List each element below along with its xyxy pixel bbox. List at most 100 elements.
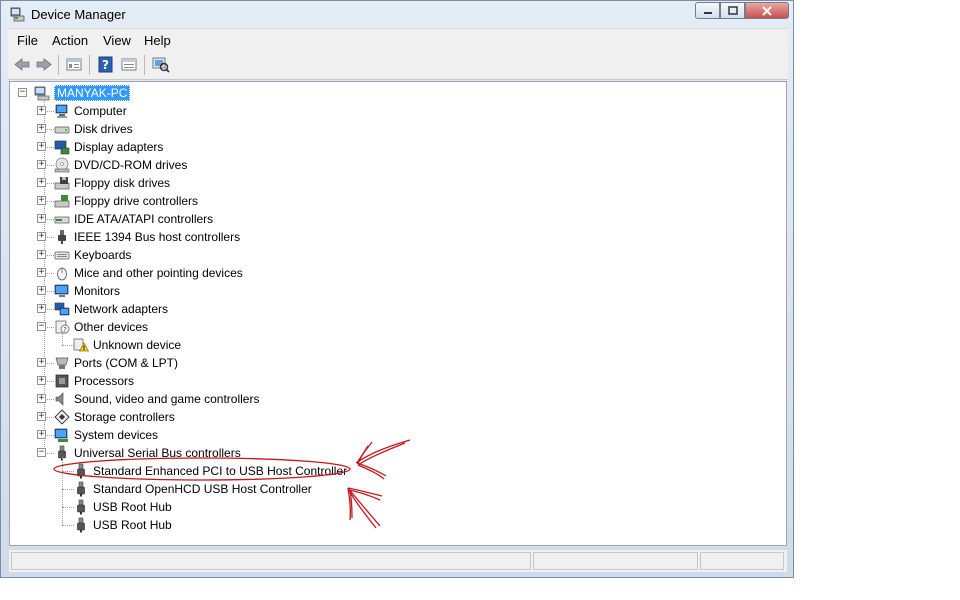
menu-bar: File Action View Help: [8, 28, 788, 51]
help-icon[interactable]: ?: [97, 56, 115, 73]
svg-text:?: ?: [63, 326, 67, 334]
category-label: DVD/CD-ROM drives: [74, 158, 188, 172]
tree-category[interactable]: Ports (COM & LPT): [54, 354, 178, 372]
expand-toggle[interactable]: +: [37, 142, 46, 151]
device-label: Standard Enhanced PCI to USB Host Contro…: [93, 464, 348, 478]
device-label: Standard OpenHCD USB Host Controller: [93, 482, 312, 496]
expand-toggle[interactable]: +: [37, 124, 46, 133]
device-manager-window: Device Manager File Action View Help ? −…: [0, 0, 794, 578]
root-label: MANYAK-PC: [54, 85, 131, 101]
category-label: Universal Serial Bus controllers: [74, 446, 241, 460]
tree-category[interactable]: Network adapters: [54, 300, 168, 318]
status-cell: [533, 552, 698, 570]
properties-icon[interactable]: [65, 56, 83, 73]
tree-connector: [62, 457, 63, 525]
minimize-button[interactable]: [695, 2, 720, 19]
category-label: Mice and other pointing devices: [74, 266, 243, 280]
tree-category[interactable]: IEEE 1394 Bus host controllers: [54, 228, 240, 246]
device-tree[interactable]: − MANYAK-PC + Computer + Disk drives + Display …: [9, 81, 787, 546]
tree-category[interactable]: Keyboards: [54, 246, 131, 264]
tree-category[interactable]: ? Other devices: [54, 318, 148, 336]
expand-toggle[interactable]: +: [37, 178, 46, 187]
expand-toggle[interactable]: +: [37, 232, 46, 241]
expand-toggle[interactable]: +: [37, 214, 46, 223]
tree-category[interactable]: Mice and other pointing devices: [54, 264, 243, 282]
menu-view[interactable]: View: [103, 33, 131, 48]
tree-device[interactable]: Standard OpenHCD USB Host Controller: [73, 480, 312, 498]
tree-device[interactable]: USB Root Hub: [73, 498, 172, 516]
tree-category[interactable]: Universal Serial Bus controllers: [54, 444, 241, 462]
device-label: USB Root Hub: [93, 500, 172, 514]
expand-toggle[interactable]: +: [37, 358, 46, 367]
collapse-toggle[interactable]: −: [37, 448, 46, 457]
window-title: Device Manager: [31, 7, 126, 22]
toolbar-separator: [144, 55, 145, 75]
menu-help[interactable]: Help: [144, 33, 171, 48]
maximize-button[interactable]: [720, 2, 745, 19]
network-adapter-icon: [54, 302, 70, 316]
expand-toggle[interactable]: +: [37, 160, 46, 169]
tree-category[interactable]: Computer: [54, 102, 127, 120]
forward-arrow-icon[interactable]: [35, 56, 53, 73]
port-icon: [55, 357, 69, 369]
expand-toggle[interactable]: +: [37, 304, 46, 313]
collapse-toggle[interactable]: −: [18, 88, 27, 97]
close-icon: [762, 5, 772, 16]
tree-category[interactable]: Floppy drive controllers: [54, 192, 198, 210]
sound-icon: [55, 392, 64, 406]
expand-toggle[interactable]: +: [37, 250, 46, 259]
keyboard-icon: [54, 251, 70, 260]
tree-category[interactable]: Disk drives: [54, 120, 133, 138]
category-label: Keyboards: [74, 248, 132, 262]
category-label: IEEE 1394 Bus host controllers: [74, 230, 241, 244]
device-label: USB Root Hub: [93, 518, 172, 532]
tree-device[interactable]: USB Root Hub: [73, 516, 172, 534]
expand-toggle[interactable]: +: [37, 268, 46, 277]
tree-category[interactable]: Floppy disk drives: [54, 174, 170, 192]
processor-icon: [55, 374, 69, 388]
menu-action[interactable]: Action: [52, 33, 88, 48]
disk-drive-icon: [54, 126, 70, 134]
expand-toggle[interactable]: +: [37, 394, 46, 403]
floppy-controller-icon: [54, 195, 70, 208]
tree-category[interactable]: Display adapters: [54, 138, 163, 156]
display-adapter-icon: [54, 140, 70, 155]
collapse-toggle[interactable]: −: [37, 322, 46, 331]
back-arrow-icon[interactable]: [13, 56, 31, 73]
tree-category[interactable]: Processors: [54, 372, 134, 390]
category-label: IDE ATA/ATAPI controllers: [74, 212, 214, 226]
category-label: Monitors: [74, 284, 121, 298]
expand-toggle[interactable]: +: [37, 106, 46, 115]
category-label: Processors: [74, 374, 135, 388]
svg-text:?: ?: [102, 58, 109, 72]
tree-category[interactable]: Sound, video and game controllers: [54, 390, 259, 408]
tree-category[interactable]: IDE ATA/ATAPI controllers: [54, 210, 213, 228]
tree-device[interactable]: Unknown device: [73, 336, 181, 354]
usb-plug-icon: [77, 499, 85, 515]
status-cell: [11, 552, 531, 570]
expand-toggle[interactable]: +: [37, 286, 46, 295]
status-bar: [9, 549, 787, 572]
floppy-drive-icon: [54, 177, 70, 190]
tree-category[interactable]: DVD/CD-ROM drives: [54, 156, 187, 174]
scan-hardware-icon[interactable]: [152, 56, 170, 73]
expand-toggle[interactable]: +: [37, 196, 46, 205]
menu-file[interactable]: File: [17, 33, 38, 48]
expand-toggle[interactable]: +: [37, 376, 46, 385]
category-label: Display adapters: [74, 140, 164, 154]
tree-root[interactable]: MANYAK-PC: [34, 84, 131, 102]
monitor-icon: [54, 284, 69, 297]
category-label: System devices: [74, 428, 159, 442]
expand-toggle[interactable]: +: [37, 430, 46, 439]
tree-category[interactable]: Monitors: [54, 282, 120, 300]
category-label: Other devices: [74, 320, 149, 334]
tree-category[interactable]: Storage controllers: [54, 408, 175, 426]
category-label: Computer: [74, 104, 127, 118]
close-button[interactable]: [745, 2, 789, 19]
expand-toggle[interactable]: +: [37, 412, 46, 421]
category-label: Floppy disk drives: [74, 176, 171, 190]
tree-device[interactable]: Standard Enhanced PCI to USB Host Contro…: [73, 462, 347, 480]
tree-category[interactable]: System devices: [54, 426, 158, 444]
view-icon[interactable]: [120, 56, 138, 73]
title-bar[interactable]: Device Manager: [1, 1, 793, 27]
